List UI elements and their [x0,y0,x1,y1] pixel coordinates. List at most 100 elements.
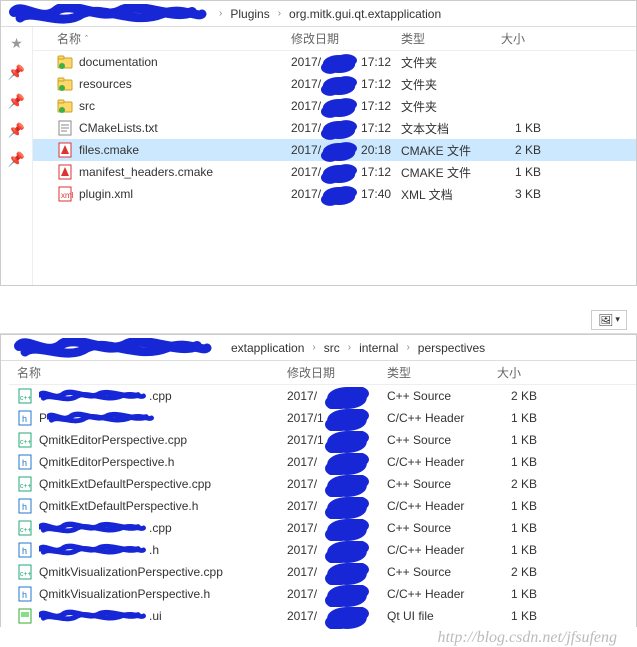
col-name-header[interactable]: 名称 [17,364,41,381]
file-icon [57,142,73,158]
chevron-right-icon: › [278,8,281,19]
pin-icon[interactable]: 📌 [8,122,25,139]
file-row[interactable]: .cpp2017/C++ Source1 KB [9,517,636,539]
redaction-scribble [7,338,227,358]
file-icon [57,76,73,92]
file-icon [17,388,33,404]
file-name: QmitkVisualizationPerspective.cpp [39,565,223,579]
explorer-window-2: extapplication › src › internal › perspe… [0,334,637,627]
file-row[interactable]: CMakeLists.txt2017/17:12文本文档1 KB [33,117,636,139]
file-list-panel: 名称 修改日期 类型 大小 .cpp2017/C++ Source2 KBP20… [1,361,636,627]
file-row[interactable]: documentation2017/17:12文件夹 [33,51,636,73]
col-date-header[interactable]: 修改日期 [287,364,387,381]
pin-icon[interactable]: 📌 [8,93,25,110]
pin-icon[interactable]: 📌 [8,151,25,168]
breadcrumb-item[interactable]: internal [355,339,402,357]
file-icon [57,164,73,180]
view-toolbar: 🖼 ▾ [0,306,637,334]
file-row[interactable]: QmitkVisualizationPerspective.h2017/C/C+… [9,583,636,605]
file-row[interactable]: files.cmake2017/20:18CMAKE 文件2 KB [33,139,636,161]
file-date: 2017/17:12 [291,99,401,113]
file-icon [17,608,33,624]
file-row[interactable]: manifest_headers.cmake2017/17:12CMAKE 文件… [33,161,636,183]
file-icon [57,98,73,114]
redaction-scribble [39,543,149,557]
file-date: 2017/1 [287,411,387,425]
watermark-text: http://blog.csdn.net/jfsufeng [0,629,637,647]
col-name-header[interactable]: 名称 [57,30,81,47]
file-type: C++ Source [387,565,497,579]
breadcrumb-item[interactable]: perspectives [414,339,489,357]
redaction-scribble [321,75,357,97]
column-headers[interactable]: 名称 ˆ 修改日期 类型 大小 [33,27,636,51]
file-size: 1 KB [497,455,557,469]
address-bar[interactable]: extapplication › src › internal › perspe… [1,335,636,361]
file-row[interactable]: P2017/1C/C++ Header1 KB [9,407,636,429]
redaction-scribble [39,609,149,623]
col-size-header[interactable]: 大小 [501,30,561,47]
breadcrumb-item[interactable]: org.mitk.gui.qt.extapplication [285,5,445,23]
star-icon[interactable]: ★ [10,35,23,52]
column-headers[interactable]: 名称 修改日期 类型 大小 [9,361,636,385]
redaction-scribble [317,607,377,629]
chevron-right-icon: › [406,342,409,353]
col-date-header[interactable]: 修改日期 [291,30,401,47]
file-name: QmitkVisualizationPerspective.h [39,587,210,601]
file-row[interactable]: src2017/17:12文件夹 [33,95,636,117]
breadcrumb-item[interactable]: src [320,339,344,357]
breadcrumb-item[interactable]: Plugins [226,5,273,23]
file-date: 2017/ [287,455,387,469]
file-row[interactable]: plugin.xml2017/17:40XML 文档3 KB [33,183,636,205]
file-type: C/C++ Header [387,543,497,557]
file-size: 2 KB [497,477,557,491]
redaction-scribble [321,97,357,119]
redaction-scribble [317,409,377,431]
file-row[interactable]: .ui2017/Qt UI file1 KB [9,605,636,627]
file-icon [17,542,33,558]
col-type-header[interactable]: 类型 [401,30,501,47]
file-row[interactable]: .cpp2017/C++ Source2 KB [9,385,636,407]
file-type: C++ Source [387,389,497,403]
file-name: documentation [79,55,158,69]
file-row[interactable]: QmitkExtDefaultPerspective.h2017/C/C++ H… [9,495,636,517]
file-icon [17,432,33,448]
file-row[interactable]: resources2017/17:12文件夹 [33,73,636,95]
file-row[interactable]: QmitkEditorPerspective.h2017/C/C++ Heade… [9,451,636,473]
breadcrumb-item[interactable]: extapplication [227,339,308,357]
file-date: 2017/ [287,609,387,623]
dropdown-caret-icon: ▾ [615,314,620,325]
redaction-scribble [321,185,357,207]
explorer-window-1: › Plugins › org.mitk.gui.qt.extapplicati… [0,0,637,286]
file-size: 3 KB [501,187,561,201]
file-type: XML 文档 [401,186,501,203]
file-row[interactable]: QmitkEditorPerspective.cpp2017/1C++ Sour… [9,429,636,451]
file-name: .ui [39,609,162,624]
file-name: src [79,99,95,113]
file-row[interactable]: .h2017/C/C++ Header1 KB [9,539,636,561]
file-type: CMAKE 文件 [401,164,501,181]
view-mode-button[interactable]: 🖼 ▾ [591,310,627,330]
file-type: C++ Source [387,521,497,535]
col-size-header[interactable]: 大小 [497,364,557,381]
redaction-scribble [317,431,377,453]
breadcrumb: › Plugins › org.mitk.gui.qt.extapplicati… [217,5,445,23]
address-bar[interactable]: › Plugins › org.mitk.gui.qt.extapplicati… [1,1,636,27]
chevron-right-icon: › [348,342,351,353]
redaction-scribble [317,475,377,497]
pin-icon[interactable]: 📌 [8,64,25,81]
file-name: QmitkExtDefaultPerspective.cpp [39,477,211,491]
file-date: 2017/ [287,389,387,403]
quick-access-sidebar: ★ 📌 📌 📌 📌 [1,27,33,285]
file-icon [17,476,33,492]
file-row[interactable]: QmitkVisualizationPerspective.cpp2017/C+… [9,561,636,583]
file-row[interactable]: QmitkExtDefaultPerspective.cpp2017/C++ S… [9,473,636,495]
redaction-scribble [317,519,377,541]
file-date: 2017/17:12 [291,77,401,91]
file-date: 2017/17:12 [291,121,401,135]
file-size: 1 KB [497,587,557,601]
file-date: 2017/ [287,499,387,513]
file-type: 文件夹 [401,54,501,71]
file-type: C/C++ Header [387,587,497,601]
redaction-scribble [317,497,377,519]
col-type-header[interactable]: 类型 [387,364,497,381]
